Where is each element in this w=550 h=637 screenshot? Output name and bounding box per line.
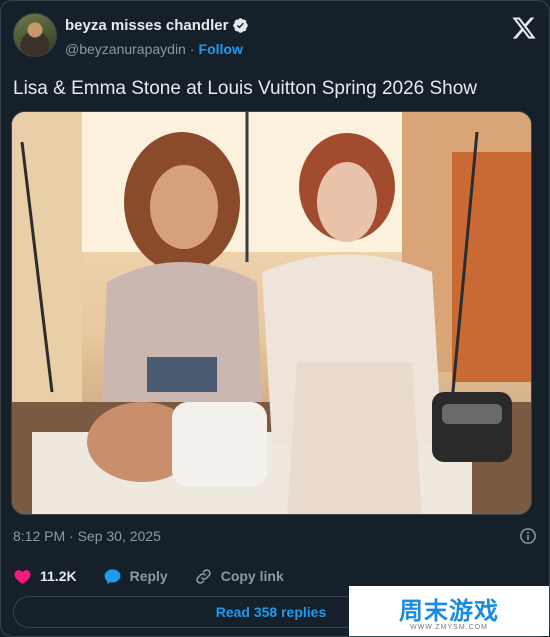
copy-link-label: Copy link — [220, 568, 284, 584]
tweet-photo[interactable] — [11, 111, 532, 515]
watermark-url: WWW.ZMYSM.COM — [410, 624, 488, 631]
author-handle-row: @beyzanurapaydin · Follow — [65, 41, 243, 57]
reply-bubble-icon — [104, 568, 121, 584]
like-button[interactable]: 11.2K — [13, 567, 77, 586]
site-watermark: 周末游戏 WWW.ZMYSM.COM — [349, 586, 549, 636]
copy-link-button[interactable]: Copy link — [194, 567, 284, 586]
tweet-header: beyza misses chandler @beyzanurapaydin ·… — [13, 13, 537, 65]
watermark-logo-text: 周末游戏 — [399, 597, 499, 625]
heart-icon — [14, 569, 31, 584]
reply-button[interactable]: Reply — [103, 567, 168, 586]
tweet-embed-card: beyza misses chandler @beyzanurapaydin ·… — [0, 0, 550, 637]
avatar[interactable] — [13, 13, 57, 57]
tweet-actions: 11.2K Reply Copy link — [13, 564, 537, 588]
handle-separator: · — [189, 41, 195, 57]
tweet-meta-row: 8:12 PM · Sep 30, 2025 — [13, 525, 537, 547]
author-name-row: beyza misses chandler — [65, 17, 249, 34]
like-count: 11.2K — [40, 568, 77, 584]
reply-label: Reply — [129, 568, 168, 584]
follow-button[interactable]: Follow — [199, 41, 243, 57]
tweet-text: Lisa & Emma Stone at Louis Vuitton Sprin… — [13, 78, 478, 99]
x-logo-icon[interactable] — [511, 15, 537, 41]
info-icon[interactable] — [519, 527, 537, 545]
author-handle[interactable]: @beyzanurapaydin — [65, 41, 186, 57]
photo-illustration — [12, 112, 531, 514]
verified-icon — [233, 18, 249, 33]
link-icon — [195, 568, 211, 584]
author-display-name[interactable]: beyza misses chandler — [65, 17, 228, 34]
tweet-timestamp[interactable]: 8:12 PM · Sep 30, 2025 — [13, 528, 161, 544]
